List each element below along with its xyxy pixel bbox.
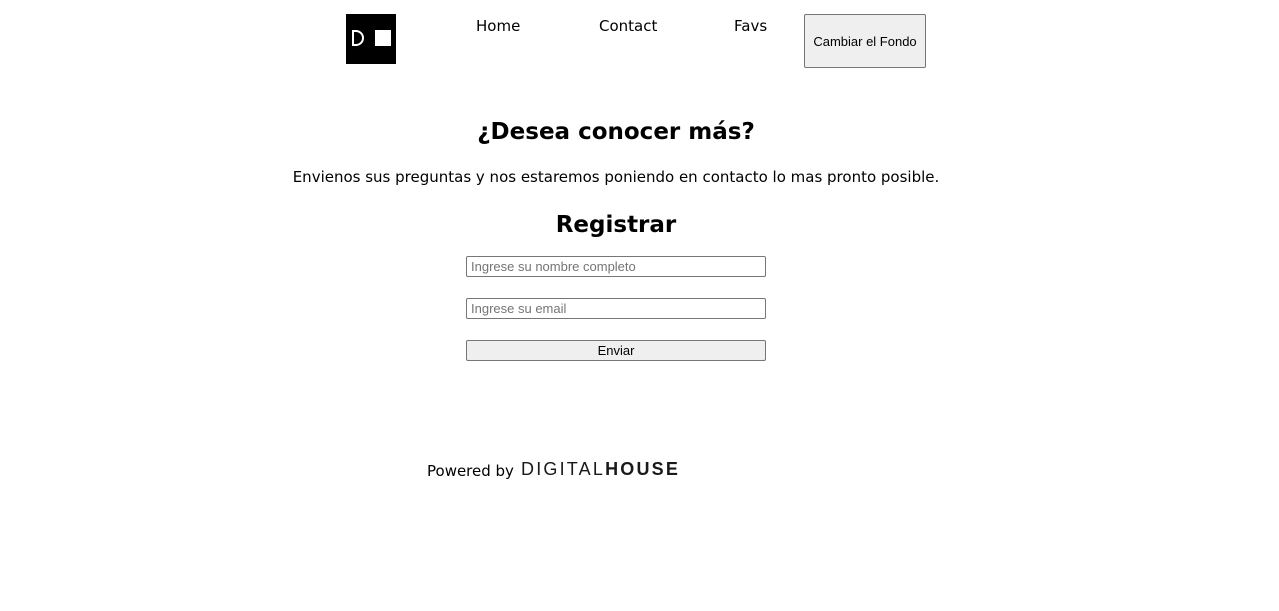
nav-link-favs[interactable]: Favs <box>734 16 767 36</box>
powered-by-text: Powered by <box>427 462 514 480</box>
hero-title: ¿Desea conocer más? <box>477 119 755 145</box>
page: Home Contact Favs Cambiar el Fondo ¿Dese… <box>0 0 1279 611</box>
hero-text: Envienos sus preguntas y nos estaremos p… <box>292 168 940 186</box>
wordmark-house: HOUSE <box>605 459 681 479</box>
email-input[interactable] <box>466 298 766 319</box>
register-title: Registrar <box>555 212 677 238</box>
submit-button[interactable]: Enviar <box>466 340 766 361</box>
logo-d-shape <box>352 30 364 46</box>
wordmark-digital: DIGITAL <box>521 459 606 479</box>
nav-link-home[interactable]: Home <box>476 16 520 36</box>
nav-link-contact[interactable]: Contact <box>599 16 657 36</box>
full-name-input[interactable] <box>466 256 766 277</box>
digital-house-wordmark: DIGITALHOUSE <box>521 458 680 480</box>
change-background-button[interactable]: Cambiar el Fondo <box>804 14 926 68</box>
logo-square-shape <box>375 30 391 46</box>
digital-house-logo[interactable] <box>346 14 396 64</box>
